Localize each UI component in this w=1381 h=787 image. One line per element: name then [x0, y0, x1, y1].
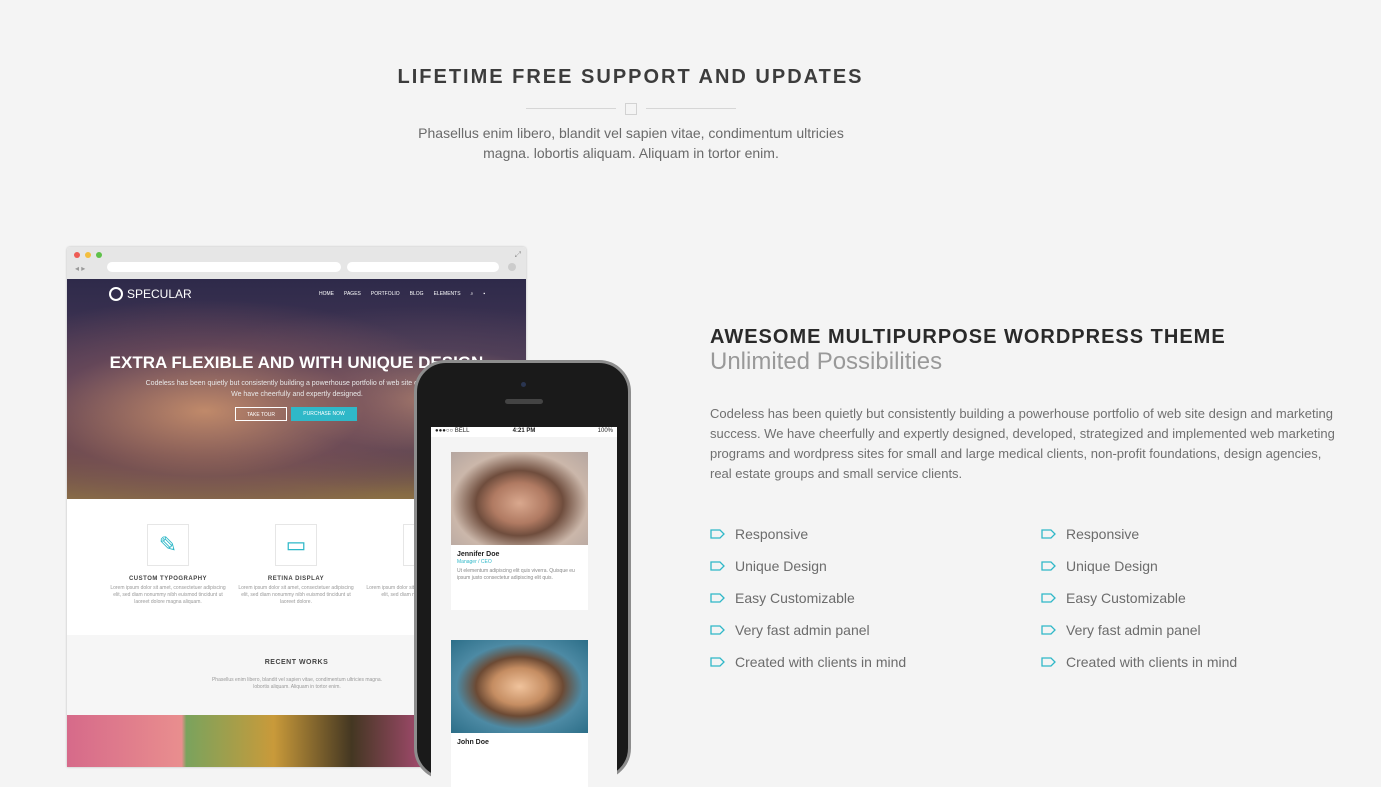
team-name: Jennifer Doe	[457, 551, 500, 558]
list-item: Created with clients in mind	[710, 646, 906, 678]
tag-icon	[710, 625, 725, 635]
feature-description: Codeless has been quietly but consistent…	[710, 406, 1335, 481]
team-name: John Doe	[457, 739, 489, 746]
back-forward-icon: ◂ ▸	[75, 264, 86, 273]
list-item-label: Created with clients in mind	[1066, 654, 1238, 670]
phone-mockup: ●●●○○ BELL 4:21 PM 100% Jennifer Doe Man…	[414, 360, 631, 787]
team-card: John Doe	[451, 640, 588, 787]
mock-search-icon: ⌕	[470, 291, 474, 297]
list-item: Responsive	[710, 518, 906, 550]
list-item-label: Responsive	[735, 526, 809, 542]
divider-line-right	[646, 108, 736, 109]
mock-feature-desc: Lorem ipsum dolor sit amet, consectetuer…	[110, 585, 226, 605]
list-item: Very fast admin panel	[710, 614, 906, 646]
clock-label: 4:21 PM	[512, 428, 536, 434]
list-item-label: Responsive	[1066, 526, 1140, 542]
battery-label: 100%	[597, 428, 613, 434]
section-description: Phasellus enim libero, blandit vel sapie…	[396, 123, 866, 163]
browser-chrome: ◂ ▸ ⤢	[67, 247, 526, 280]
team-desc: Ut elementum adipiscing elit quis viverr…	[457, 568, 575, 581]
mock-feature-title: RETINA DISPLAY	[267, 576, 325, 582]
mock-nav-item: PAGES	[344, 291, 361, 297]
phone-speaker	[505, 399, 543, 404]
tag-icon	[1041, 529, 1056, 539]
logo-mark-icon	[109, 287, 123, 301]
team-photo	[451, 640, 588, 733]
expand-icon: ⤢	[514, 250, 521, 259]
divider-line-left	[526, 108, 616, 109]
maximize-dot-icon	[96, 252, 102, 258]
tag-icon	[1041, 657, 1056, 667]
feature-title: AWESOME MULTIPURPOSE WORDPRESS THEME	[710, 326, 1226, 348]
list-item-label: Easy Customizable	[735, 590, 855, 606]
divider-square-icon	[625, 103, 637, 115]
list-item: Easy Customizable	[1041, 582, 1237, 614]
tag-icon	[710, 561, 725, 571]
mock-nav-menu: HOME PAGES PORTFOLIO BLOG ELEMENTS ⌕ ▪	[319, 291, 485, 297]
team-photo	[451, 452, 588, 545]
list-item: Unique Design	[1041, 550, 1237, 582]
section-description-line2: magna. lobortis aliquam. Aliquam in tort…	[483, 145, 779, 161]
mock-nav-item: ELEMENTS	[433, 291, 461, 297]
mock-cart-icon: ▪	[483, 291, 486, 297]
tag-icon	[1041, 593, 1056, 603]
phone-screen: ●●●○○ BELL 4:21 PM 100% Jennifer Doe Man…	[431, 427, 617, 787]
mock-nav-item: BLOG	[409, 291, 424, 297]
mock-nav-item: HOME	[319, 291, 334, 297]
tag-icon	[710, 593, 725, 603]
team-card: Jennifer Doe Manager / CEO Ut elementum …	[451, 452, 588, 610]
list-item-label: Unique Design	[1066, 558, 1158, 574]
phone-status-bar: ●●●○○ BELL 4:21 PM 100%	[431, 427, 617, 437]
settings-icon	[508, 263, 516, 271]
phone-camera-icon	[521, 382, 526, 387]
section-description-line1: Phasellus enim libero, blandit vel sapie…	[418, 125, 844, 141]
team-role: Manager / CEO	[457, 559, 492, 565]
address-bar	[107, 262, 341, 272]
mock-feature-desc: Lorem ipsum dolor sit amet, consectetuer…	[238, 585, 354, 605]
close-dot-icon	[74, 252, 80, 258]
feature-subtitle: Unlimited Possibilities	[710, 348, 943, 375]
tag-icon	[710, 657, 725, 667]
list-item-label: Very fast admin panel	[735, 622, 870, 638]
minimize-dot-icon	[85, 252, 91, 258]
section-title: LIFETIME FREE SUPPORT AND UPDATES	[397, 66, 864, 88]
monitor-icon: ▭	[275, 524, 317, 566]
tag-icon	[1041, 561, 1056, 571]
list-item: Unique Design	[710, 550, 906, 582]
mock-recent-desc: Phasellus enim libero, blandit vel sapie…	[211, 677, 383, 690]
mock-logo-text: SPECULAR	[127, 287, 192, 301]
tag-icon	[710, 529, 725, 539]
list-item: Easy Customizable	[710, 582, 906, 614]
title-divider	[526, 102, 736, 116]
mock-feature: ✎ CUSTOM TYPOGRAPHY Lorem ipsum dolor si…	[107, 524, 229, 606]
list-item-label: Created with clients in mind	[735, 654, 907, 670]
feature-list-left: Responsive Unique Design Easy Customizab…	[710, 518, 906, 678]
mock-take-tour-button: TAKE TOUR	[235, 407, 287, 421]
list-item-label: Easy Customizable	[1066, 590, 1186, 606]
pencil-icon: ✎	[147, 524, 189, 566]
mock-purchase-button: PURCHASE NOW	[291, 407, 357, 421]
mock-feature-title: CUSTOM TYPOGRAPHY	[128, 576, 208, 582]
tag-icon	[1041, 625, 1056, 635]
feature-list-right: Responsive Unique Design Easy Customizab…	[1041, 518, 1237, 678]
browser-search-bar	[347, 262, 499, 272]
list-item: Very fast admin panel	[1041, 614, 1237, 646]
list-item-label: Very fast admin panel	[1066, 622, 1201, 638]
list-item-label: Unique Design	[735, 558, 827, 574]
mock-logo: SPECULAR	[109, 287, 192, 301]
list-item: Responsive	[1041, 518, 1237, 550]
mock-feature: ▭ RETINA DISPLAY Lorem ipsum dolor sit a…	[235, 524, 357, 606]
mock-nav-item: PORTFOLIO	[370, 291, 400, 297]
list-item: Created with clients in mind	[1041, 646, 1237, 678]
